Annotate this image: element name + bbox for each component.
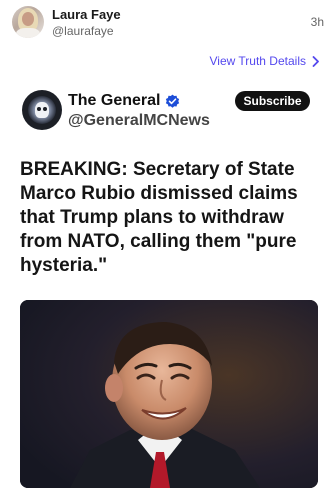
embed-name[interactable]: The General [68,92,160,110]
author-handle[interactable]: @laurafaye [52,24,114,38]
verified-badge-icon [166,94,180,108]
news-photo[interactable] [20,300,318,488]
author-avatar[interactable] [12,6,44,38]
post-header: Laura Faye @laurafaye 3h [0,0,336,44]
portrait-illustration [20,300,318,488]
post-timestamp: 3h [310,15,324,29]
author-name[interactable]: Laura Faye [52,7,121,22]
embed-avatar[interactable] [22,90,62,130]
subscribe-button[interactable]: Subscribe [235,91,310,111]
embed-handle[interactable]: @GeneralMCNews [68,112,210,130]
post-headline: BREAKING: Secretary of State Marco Rubio… [20,159,298,276]
view-details-label: View Truth Details [209,54,307,68]
chevron-right-icon [312,55,319,67]
embed-name-row: The General [68,92,180,110]
view-truth-details-link[interactable]: View Truth Details [210,54,321,68]
